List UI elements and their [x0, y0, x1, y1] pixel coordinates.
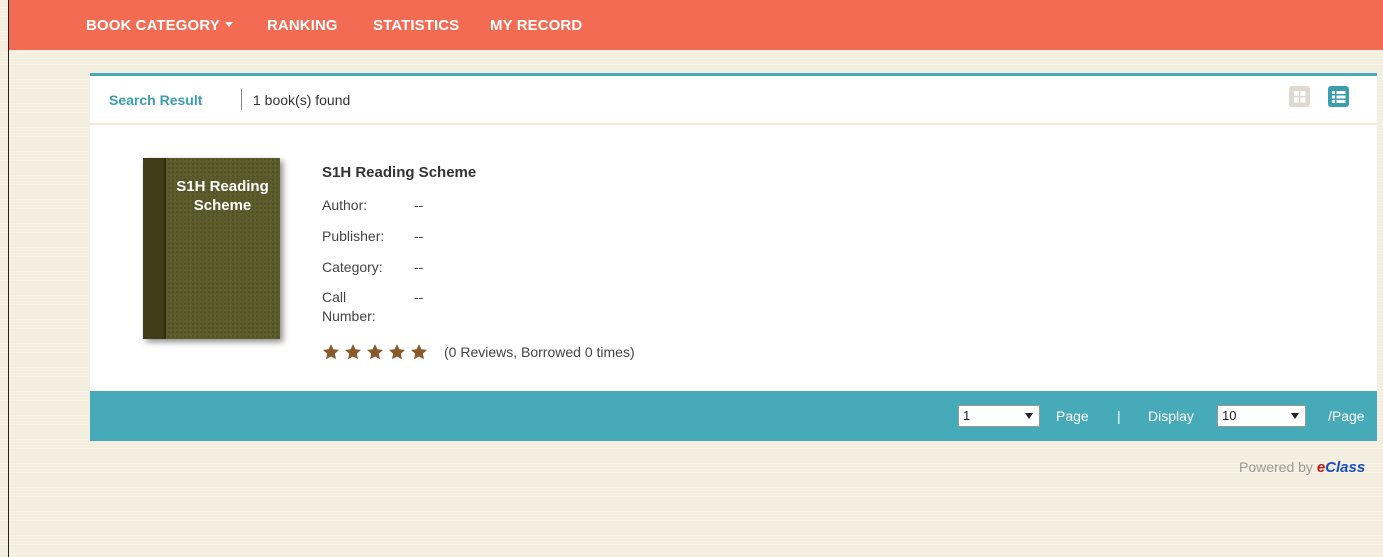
header-divider	[241, 89, 242, 110]
grid-view-icon	[1294, 91, 1306, 103]
chevron-down-icon	[224, 21, 233, 27]
eclass-logo-e: e	[1316, 459, 1326, 476]
grid-view-button[interactable]	[1289, 86, 1310, 107]
powered-by-text: Powered by	[1239, 459, 1313, 475]
display-label: Display	[1148, 408, 1194, 424]
nav-book-category-label: BOOK CATEGORY	[86, 17, 220, 34]
book-cover-title: S1H Reading Scheme	[176, 178, 269, 214]
dropdown-arrow-icon	[1291, 413, 1299, 419]
per-page-select-value: 10	[1222, 408, 1237, 423]
rating-stars	[322, 343, 432, 363]
result-header: Search Result 1 book(s) found	[90, 76, 1377, 125]
category-label: Category:	[322, 259, 383, 275]
powered-by-footer: Powered by eClass	[1239, 459, 1365, 476]
list-view-icon	[1332, 91, 1346, 103]
book-cover[interactable]: S1H Reading Scheme	[143, 158, 280, 339]
star-icon	[388, 344, 406, 360]
book-title[interactable]: S1H Reading Scheme	[322, 164, 476, 181]
category-value: --	[414, 259, 424, 275]
per-page-select[interactable]: 10	[1217, 405, 1306, 427]
review-summary: (0 Reviews, Borrowed 0 times)	[444, 344, 635, 360]
call-number-label: Call Number:	[322, 289, 376, 324]
nav-ranking[interactable]: RANKING	[267, 0, 338, 50]
nav-my-record[interactable]: MY RECORD	[490, 0, 582, 50]
pagination-separator: |	[1117, 408, 1121, 424]
star-icon	[344, 344, 362, 360]
call-number-value: --	[414, 289, 424, 305]
star-icon	[410, 344, 428, 360]
author-value: --	[414, 197, 424, 213]
search-result-title: Search Result	[109, 92, 203, 108]
pagination-bar: 1 Page | Display 10 /Page	[90, 391, 1377, 441]
search-result-panel: Search Result 1 book(s) found S1H Readin…	[90, 73, 1377, 441]
list-view-button[interactable]	[1328, 86, 1349, 107]
eclass-logo-text: Class	[1325, 459, 1366, 476]
star-icon	[322, 344, 340, 360]
publisher-label: Publisher:	[322, 228, 385, 244]
book-spine	[143, 158, 164, 339]
page-frame: BOOK CATEGORY RANKING STATISTICS MY RECO…	[8, 0, 1383, 557]
dropdown-arrow-icon	[1025, 413, 1033, 419]
per-page-suffix: /Page	[1328, 408, 1365, 424]
nav-book-category[interactable]: BOOK CATEGORY	[86, 0, 233, 50]
nav-statistics[interactable]: STATISTICS	[373, 0, 459, 50]
result-count: 1 book(s) found	[253, 92, 351, 108]
publisher-value: --	[414, 228, 424, 244]
top-navigation-bar: BOOK CATEGORY RANKING STATISTICS MY RECO…	[9, 0, 1383, 50]
page-select-value: 1	[963, 408, 971, 423]
page-select[interactable]: 1	[958, 405, 1040, 427]
author-label: Author:	[322, 197, 368, 213]
eclass-logo[interactable]: eClass	[1317, 459, 1365, 476]
star-icon	[366, 344, 384, 360]
page-label: Page	[1056, 408, 1089, 424]
